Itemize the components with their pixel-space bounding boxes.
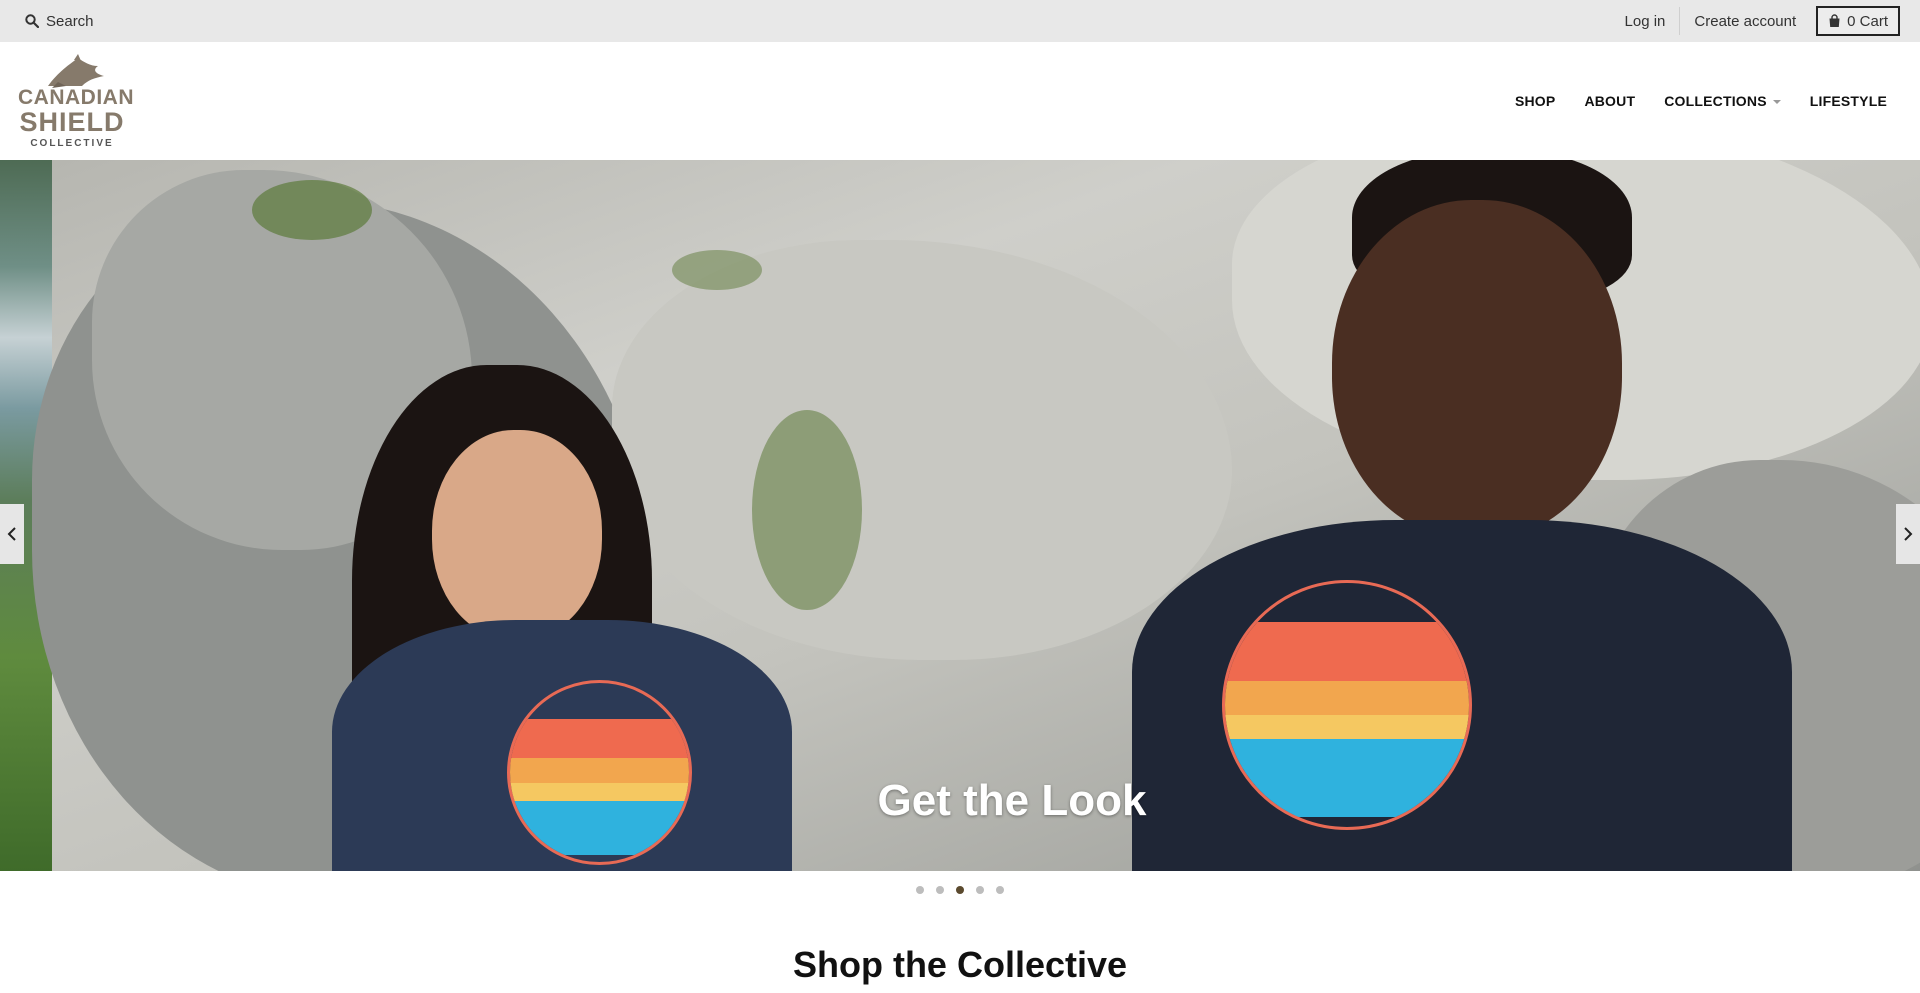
moss-patch: [252, 180, 372, 240]
nav-about[interactable]: ABOUT: [1584, 93, 1635, 109]
chevron-left-icon: [7, 527, 16, 541]
hero-slide-image: [32, 160, 1920, 871]
slide-dot-2[interactable]: [936, 886, 944, 894]
search-label: Search: [46, 12, 94, 30]
cart-label: 0 Cart: [1847, 12, 1888, 30]
search-icon: [25, 14, 39, 28]
nav-shop-label: SHOP: [1514, 93, 1556, 109]
main-navigation: SHOP ABOUT COLLECTIONS LIFESTYLE: [1515, 42, 1887, 160]
slide-dot-3[interactable]: [956, 886, 964, 894]
moss-patch: [672, 250, 762, 290]
slide-dot-4[interactable]: [976, 886, 984, 894]
person-face: [432, 430, 602, 640]
nav-lifestyle[interactable]: LIFESTYLE: [1810, 93, 1887, 109]
nav-about-label: ABOUT: [1584, 93, 1636, 109]
login-link[interactable]: Log in: [1611, 13, 1680, 30]
slide-dot-5[interactable]: [996, 886, 1004, 894]
caret-down-icon: [1772, 99, 1781, 104]
chevron-right-icon: [1904, 527, 1913, 541]
person-face: [1332, 200, 1622, 540]
slide-dot-1[interactable]: [916, 886, 924, 894]
account-links: Log in Create account 0 Cart: [1611, 0, 1900, 42]
logo-line-shield: SHIELD: [19, 107, 125, 137]
nav-lifestyle-label: LIFESTYLE: [1809, 93, 1887, 109]
utility-bar: Search Log in Create account 0 Cart: [0, 0, 1920, 42]
slideshow-dots: [0, 886, 1920, 894]
rock-shape: [612, 240, 1232, 660]
moss-patch: [752, 410, 862, 610]
section-title: Shop the Collective: [792, 944, 1128, 985]
search-link[interactable]: Search: [25, 0, 94, 42]
previous-slide-button[interactable]: [0, 504, 24, 564]
cart-button[interactable]: 0 Cart: [1816, 6, 1900, 36]
nav-collections-label: COLLECTIONS: [1664, 93, 1767, 109]
create-account-link[interactable]: Create account: [1680, 13, 1810, 30]
logo[interactable]: CANADIAN SHIELD COLLECTIVE: [18, 52, 134, 150]
hero-slideshow: Get the Look: [0, 160, 1920, 871]
nav-shop[interactable]: SHOP: [1515, 93, 1555, 109]
nav-collections[interactable]: COLLECTIONS: [1664, 93, 1781, 109]
site-header: CANADIAN SHIELD COLLECTIVE SHOP ABOUT CO…: [0, 42, 1920, 160]
born-on-the-shield-graphic: [507, 680, 692, 865]
hero-caption: Get the Look: [877, 776, 1147, 825]
shopping-bag-icon: [1829, 14, 1840, 27]
next-slide-button[interactable]: [1896, 504, 1920, 564]
logo-line-collective: COLLECTIVE: [30, 138, 114, 149]
